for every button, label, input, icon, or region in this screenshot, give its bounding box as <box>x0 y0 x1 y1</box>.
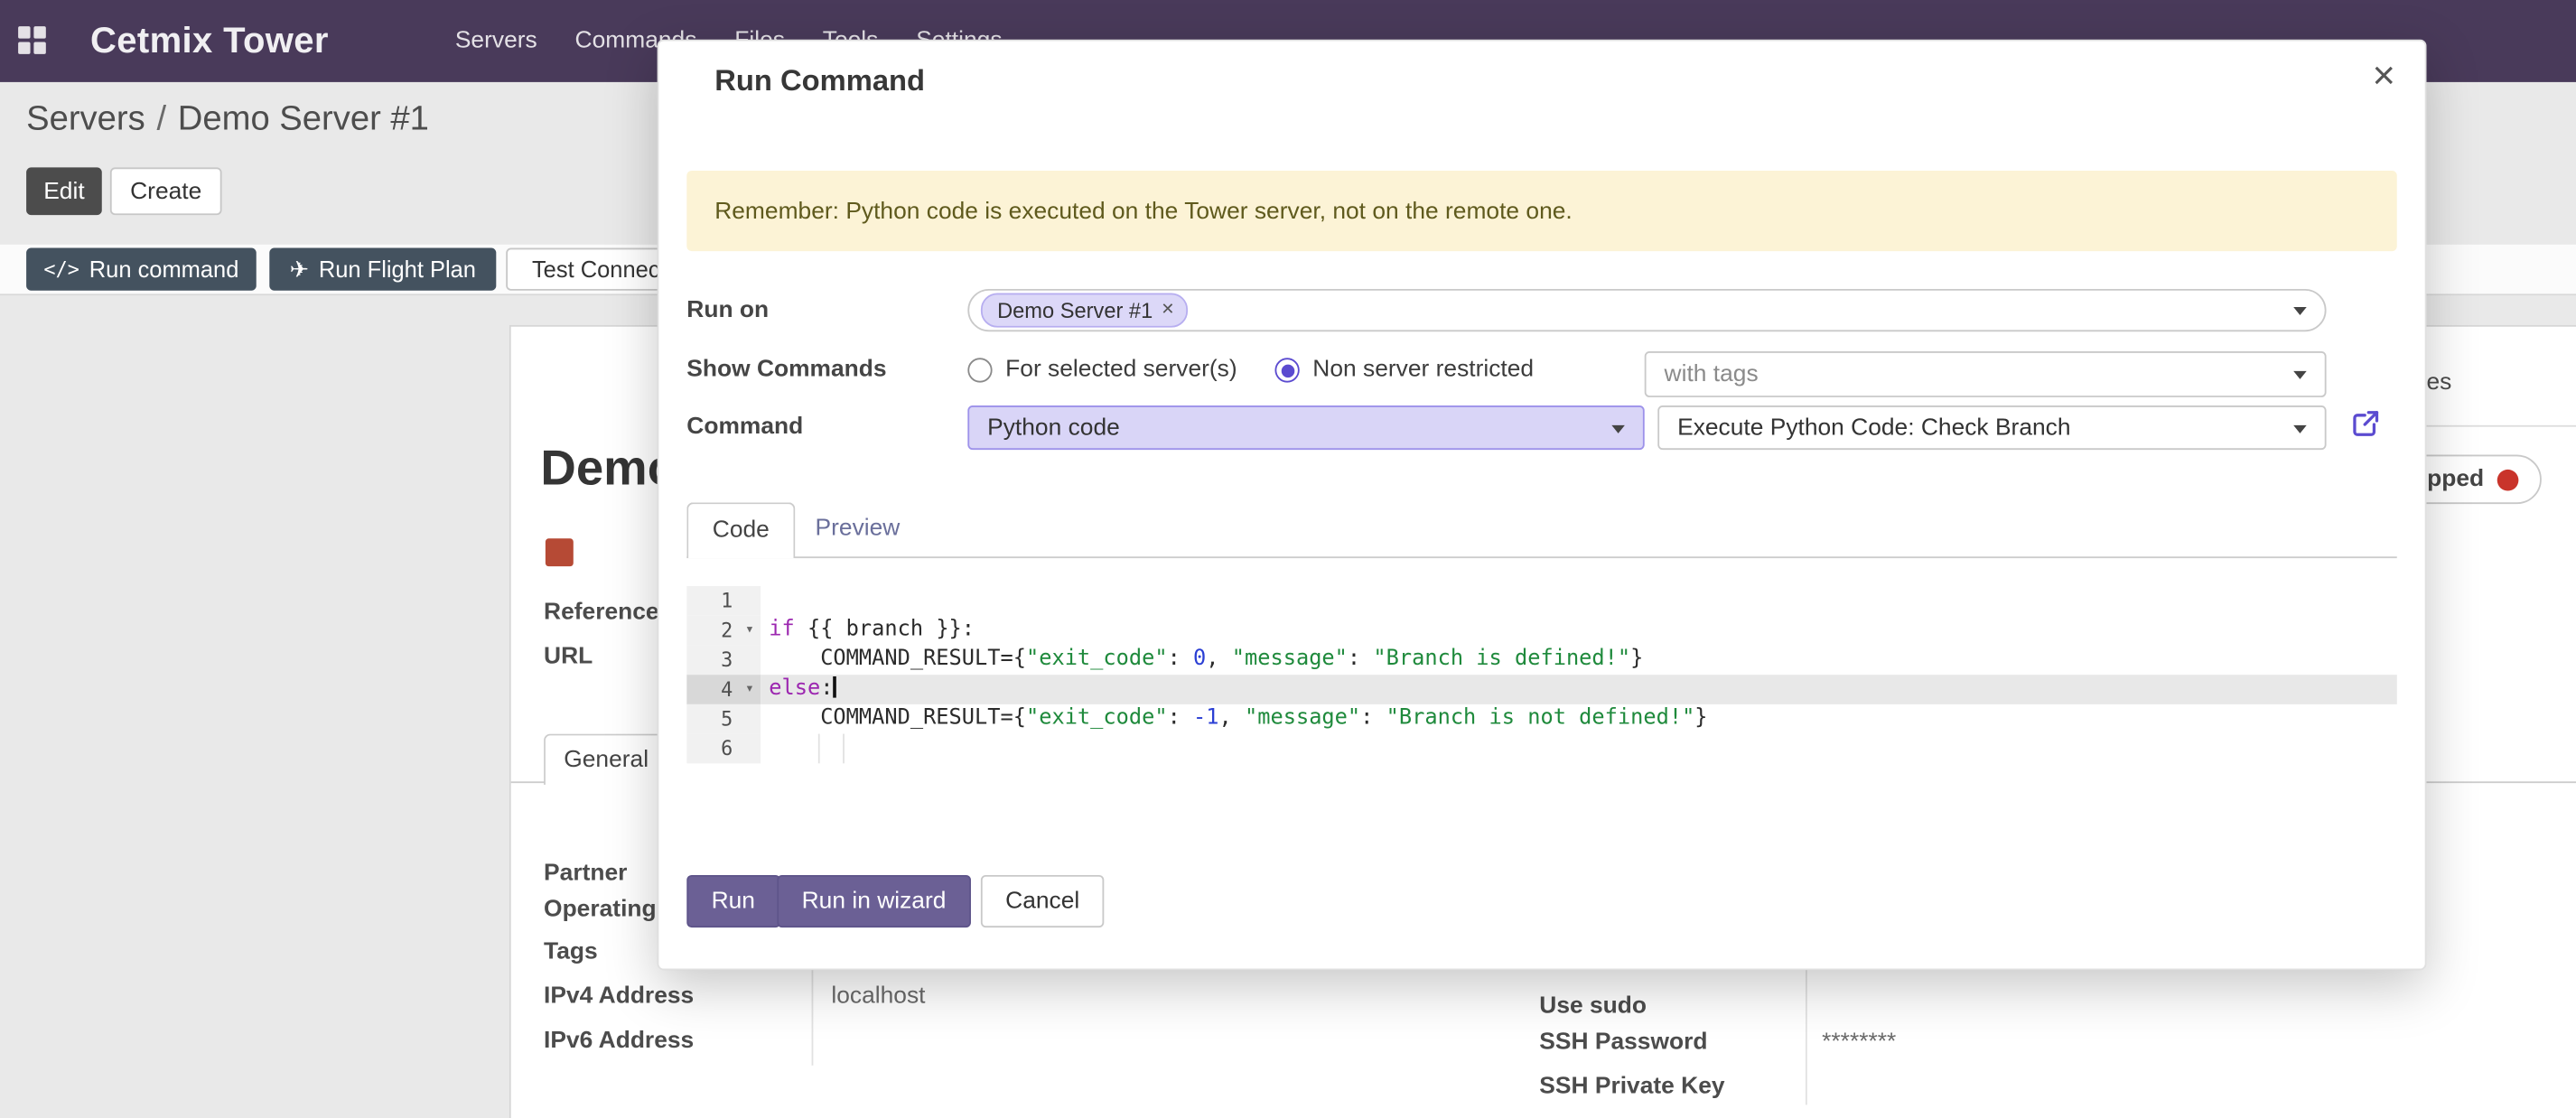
radio-for-selected-servers[interactable] <box>967 358 992 382</box>
with-tags-placeholder: with tags <box>1665 361 1759 387</box>
breadcrumb-current: Demo Server #1 <box>178 100 429 138</box>
fold-toggle-icon[interactable]: ▾ <box>745 616 754 646</box>
command-record-value: Execute Python Code: Check Branch <box>1677 415 2070 441</box>
chevron-down-icon <box>2293 307 2307 315</box>
radio-for-selected-servers-label[interactable]: For selected server(s) <box>1005 356 1237 382</box>
tab-code[interactable]: Code <box>686 502 795 558</box>
tab-preview[interactable]: Preview <box>792 502 924 556</box>
line-number: 3 <box>686 645 761 675</box>
code-line-content: COMMAND_RESULT={"exit_code": 0, "message… <box>761 645 2397 675</box>
text-cursor <box>833 676 836 698</box>
warning-alert-text: Remember: Python code is executed on the… <box>714 198 1573 224</box>
command-type-select[interactable]: Python code <box>967 405 1644 450</box>
chevron-down-icon <box>2293 371 2307 379</box>
code-line-content: else: <box>761 675 2397 704</box>
code-line: 1 <box>686 586 2396 616</box>
chevron-down-icon <box>2293 424 2307 433</box>
code-icon: </> <box>43 257 79 280</box>
code-line-content: COMMAND_RESULT={"exit_code": -1, "messag… <box>761 704 2397 734</box>
edit-button[interactable]: Edit <box>26 167 102 215</box>
cancel-button[interactable]: Cancel <box>981 875 1105 927</box>
run-in-wizard-button[interactable]: Run in wizard <box>777 875 970 927</box>
code-editor[interactable]: 12▾if {{ branch }}:3 COMMAND_RESULT={"ex… <box>686 586 2396 763</box>
field-label-ssh-private-key: SSH Private Key <box>1539 1074 1724 1100</box>
command-label: Command <box>686 414 803 440</box>
tabs-divider <box>686 556 2396 558</box>
code-line: 4▾else: <box>686 675 2396 704</box>
run-flight-plan-button[interactable]: ✈ Run Flight Plan <box>269 248 496 291</box>
with-tags-select[interactable]: with tags <box>1645 351 2327 397</box>
external-link-icon[interactable] <box>2351 409 2381 439</box>
field-label-use-sudo: Use sudo <box>1539 993 1647 1020</box>
field-label-ipv4: IPv4 Address <box>544 983 694 1010</box>
status-stopped-dot <box>2497 469 2519 490</box>
breadcrumb: Servers / Demo Server #1 <box>26 100 429 140</box>
field-value-ssh-password: ******** <box>1822 1029 1896 1056</box>
field-label-url: URL <box>544 644 593 670</box>
radio-non-server-restricted-label[interactable]: Non server restricted <box>1312 356 1534 382</box>
field-label-tags: Tags <box>544 939 598 965</box>
color-swatch[interactable] <box>546 538 574 566</box>
code-line: 2▾if {{ branch }}: <box>686 616 2396 646</box>
field-label-partner: Partner <box>544 861 627 887</box>
code-line-content <box>761 734 2397 764</box>
radio-non-server-restricted[interactable] <box>1274 358 1299 382</box>
breadcrumb-parent[interactable]: Servers <box>26 100 145 138</box>
create-button[interactable]: Create <box>110 167 222 215</box>
run-command-modal: Run Command × Remember: Python code is e… <box>658 40 2427 971</box>
field-value-ipv4: localhost <box>831 983 925 1010</box>
code-line-content: if {{ branch }}: <box>761 616 2397 646</box>
run-command-button[interactable]: </> Run command <box>26 248 257 291</box>
command-type-value: Python code <box>987 415 1120 441</box>
clipped-smart-button-text: es <box>2427 369 2452 396</box>
code-line: 6 <box>686 734 2396 764</box>
server-tag-label: Demo Server #1 <box>997 298 1153 322</box>
menu-item-servers[interactable]: Servers <box>455 28 537 54</box>
field-label-ipv6: IPv6 Address <box>544 1028 694 1054</box>
server-tag-chip: Demo Server #1 ✕ <box>981 293 1188 327</box>
code-line-content <box>761 586 2397 616</box>
remove-tag-icon[interactable]: ✕ <box>1161 302 1174 320</box>
app-canvas: Cetmix Tower Servers Commands Files Tool… <box>0 0 2576 1118</box>
tab-general[interactable]: General <box>544 734 668 785</box>
warning-alert: Remember: Python code is executed on the… <box>686 171 2396 251</box>
fold-toggle-icon[interactable]: ▾ <box>745 675 754 704</box>
line-number: 4▾ <box>686 675 761 704</box>
line-number: 5 <box>686 704 761 734</box>
command-record-select[interactable]: Execute Python Code: Check Branch <box>1657 405 2326 450</box>
modal-title: Run Command <box>714 64 925 98</box>
run-flight-plan-label: Run Flight Plan <box>319 256 476 283</box>
plane-icon: ✈ <box>290 256 309 284</box>
breadcrumb-separator: / <box>156 100 166 138</box>
run-command-label: Run command <box>89 256 239 283</box>
code-line: 3 COMMAND_RESULT={"exit_code": 0, "messa… <box>686 645 2396 675</box>
field-label-ssh-password: SSH Password <box>1539 1029 1707 1056</box>
apps-menu-icon[interactable] <box>16 24 48 56</box>
run-button[interactable]: Run <box>686 875 779 927</box>
code-line: 5 COMMAND_RESULT={"exit_code": -1, "mess… <box>686 704 2396 734</box>
field-label-reference: Reference <box>544 600 659 626</box>
line-number: 6 <box>686 734 761 764</box>
chevron-down-icon <box>1611 424 1625 433</box>
run-on-label: Run on <box>686 297 769 323</box>
show-commands-label: Show Commands <box>686 356 886 382</box>
close-icon[interactable]: × <box>2372 58 2394 98</box>
app-brand[interactable]: Cetmix Tower <box>90 0 329 82</box>
run-on-tags-select[interactable]: Demo Server #1 ✕ <box>967 289 2326 331</box>
line-number: 2▾ <box>686 616 761 646</box>
line-number: 1 <box>686 586 761 616</box>
